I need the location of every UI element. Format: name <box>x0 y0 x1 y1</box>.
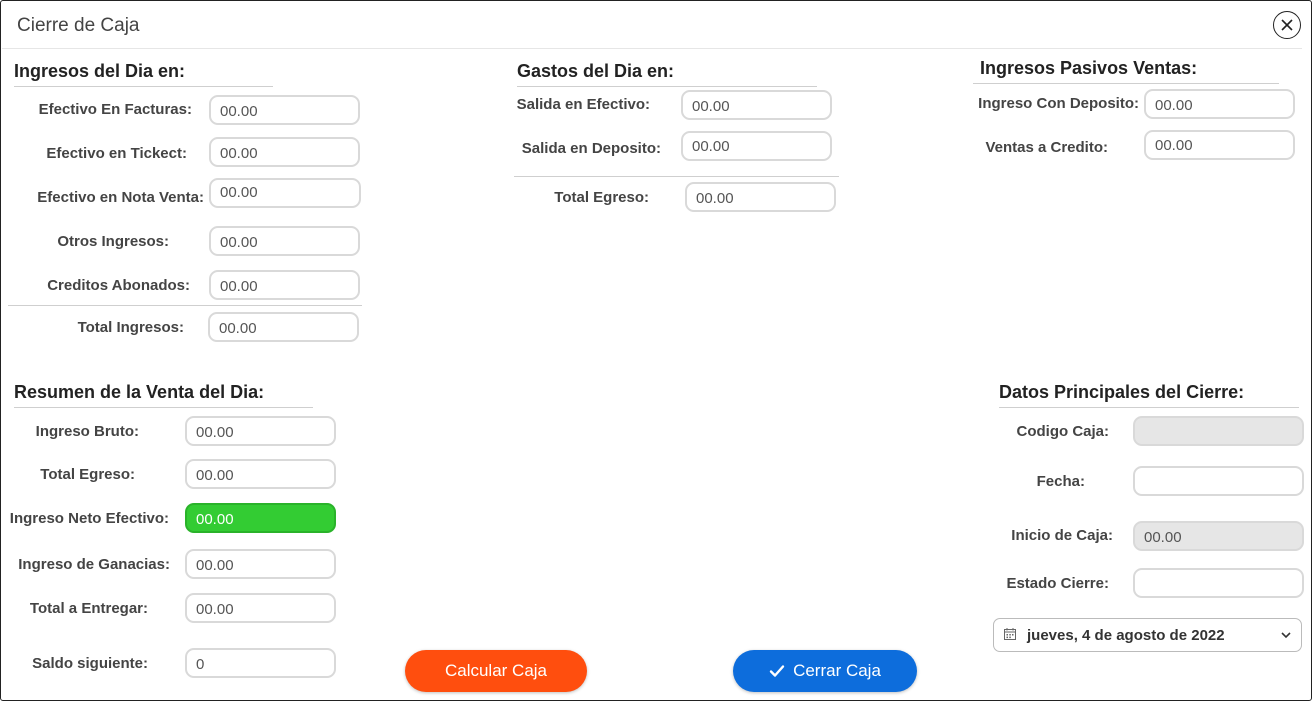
label-fecha: Fecha: <box>1036 473 1085 490</box>
salida-deposito-input[interactable]: 00.00 <box>681 131 832 161</box>
saldo-siguiente-input[interactable]: 0 <box>185 648 336 678</box>
section-title-pasivos: Ingresos Pasivos Ventas: <box>973 58 1279 84</box>
label-ingreso-deposito: Ingreso Con Deposito: <box>978 95 1139 112</box>
label-estado-cierre: Estado Cierre: <box>1006 575 1109 592</box>
resumen-total-egreso-input[interactable]: 00.00 <box>185 459 336 489</box>
total-entregar-input[interactable]: 00.00 <box>185 593 336 623</box>
label-creditos-abonados: Creditos Abonados: <box>47 277 190 294</box>
label-ingreso-bruto: Ingreso Bruto: <box>35 423 139 440</box>
label-ingreso-neto: Ingreso Neto Efectivo: <box>9 510 169 527</box>
close-button[interactable] <box>1273 11 1301 39</box>
dialog-header: Cierre de Caja <box>2 2 1302 49</box>
cerrar-caja-label: Cerrar Caja <box>793 661 881 680</box>
date-select[interactable]: jueves, 4 de agosto de 2022 <box>993 618 1302 652</box>
ingreso-ganancias-input[interactable]: 00.00 <box>185 549 336 579</box>
creditos-abonados-input[interactable]: 00.00 <box>209 270 360 300</box>
divider-ingresos <box>8 305 362 306</box>
section-title-gastos: Gastos del Dia en: <box>517 61 817 87</box>
salida-efectivo-input[interactable]: 00.00 <box>681 90 832 120</box>
ingreso-bruto-input[interactable]: 00.00 <box>185 416 336 446</box>
ingreso-neto-input[interactable]: 00.00 <box>185 503 336 533</box>
label-efectivo-facturas: Efectivo En Facturas: <box>38 101 192 118</box>
inicio-caja-input[interactable]: 00.00 <box>1133 521 1304 551</box>
ventas-credito-input[interactable]: 00.00 <box>1144 130 1295 160</box>
label-total-entregar: Total a Entregar: <box>29 600 148 617</box>
calendar-icon <box>1003 627 1019 643</box>
fecha-input[interactable] <box>1133 466 1304 496</box>
efectivo-ticket-input[interactable]: 00.00 <box>209 137 360 167</box>
efectivo-nota-venta-input[interactable]: 00.00 <box>209 178 361 208</box>
label-codigo-caja: Codigo Caja: <box>1016 423 1110 440</box>
ingreso-deposito-input[interactable]: 00.00 <box>1144 89 1295 119</box>
close-icon <box>1281 19 1293 31</box>
calcular-caja-button[interactable]: Calcular Caja <box>405 650 587 692</box>
otros-ingresos-input[interactable]: 00.00 <box>209 226 360 256</box>
label-total-ingresos: Total Ingresos: <box>77 319 184 336</box>
label-total-egreso: Total Egreso: <box>554 189 649 206</box>
label-efectivo-nota-venta: Efectivo en Nota Venta: <box>37 189 204 206</box>
label-salida-deposito: Salida en Deposito: <box>521 140 661 157</box>
section-title-datos: Datos Principales del Cierre: <box>999 382 1299 408</box>
dialog-title: Cierre de Caja <box>17 15 140 36</box>
section-title-resumen: Resumen de la Venta del Dia: <box>14 382 313 408</box>
label-saldo-siguiente: Saldo siguiente: <box>32 655 148 672</box>
date-select-value: jueves, 4 de agosto de 2022 <box>1027 626 1225 644</box>
label-salida-efectivo: Salida en Efectivo: <box>516 96 650 113</box>
calcular-caja-label: Calcular Caja <box>444 661 548 680</box>
efectivo-facturas-input[interactable]: 00.00 <box>209 95 360 125</box>
codigo-caja-input[interactable] <box>1133 416 1304 446</box>
label-inicio-caja: Inicio de Caja: <box>1011 527 1113 544</box>
label-efectivo-ticket: Efectivo en Tickect: <box>46 145 187 162</box>
chevron-down-icon <box>1280 629 1292 641</box>
section-title-ingresos: Ingresos del Dia en: <box>14 61 273 87</box>
label-resumen-total-egreso: Total Egreso: <box>40 466 135 483</box>
cerrar-caja-button[interactable]: Cerrar Caja <box>733 650 917 692</box>
divider-gastos <box>514 176 839 177</box>
label-ingreso-ganancias: Ingreso de Ganacias: <box>18 556 170 573</box>
check-icon <box>769 663 785 679</box>
total-egreso-input[interactable]: 00.00 <box>685 182 836 212</box>
label-ventas-credito: Ventas a Credito: <box>985 139 1108 156</box>
total-ingresos-input[interactable]: 00.00 <box>208 312 359 342</box>
estado-cierre-input[interactable] <box>1133 568 1304 598</box>
label-otros-ingresos: Otros Ingresos: <box>57 233 169 250</box>
